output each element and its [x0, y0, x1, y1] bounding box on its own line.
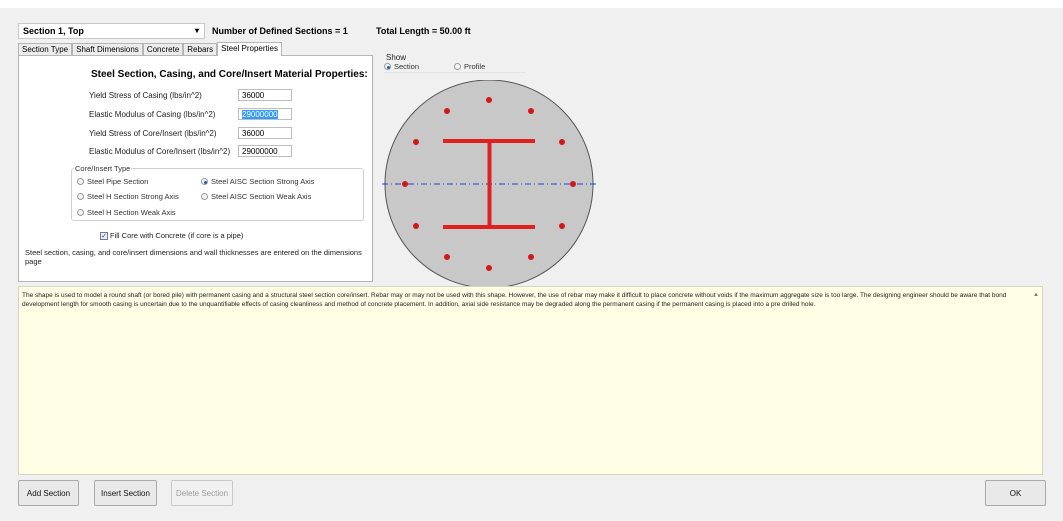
modulus-casing-input[interactable]: 29000000 — [238, 108, 292, 120]
title-strip — [0, 0, 1063, 8]
radio-h-weak[interactable]: Steel H Section Weak Axis — [77, 208, 176, 217]
modulus-core-label: Elastic Modulus of Core/Insert (lbs/in^2… — [89, 147, 231, 156]
tab-section-type[interactable]: Section Type — [18, 43, 73, 55]
modulus-casing-value: 29000000 — [242, 110, 278, 119]
radio-show-section[interactable]: Section — [384, 62, 419, 71]
radio-show-profile[interactable]: Profile — [454, 62, 485, 71]
radio-dot — [384, 63, 391, 70]
ok-button[interactable]: OK — [985, 480, 1046, 506]
show-label: Show — [386, 53, 407, 62]
rebar-dot — [402, 181, 408, 187]
radio-label: Steel Pipe Section — [87, 177, 149, 186]
fill-core-checkbox[interactable]: ✓ Fill Core with Concrete (if core is a p… — [100, 231, 243, 240]
tab-shaft-dimensions[interactable]: Shaft Dimensions — [72, 43, 143, 55]
description-box[interactable]: The shape is used to model a round shaft… — [18, 286, 1043, 475]
tab-bar: Section Type Shaft Dimensions Concrete R… — [18, 42, 282, 56]
modulus-core-value: 29000000 — [242, 147, 278, 156]
yield-core-label: Yield Stress of Core/Insert (lbs/in^2) — [89, 129, 217, 138]
description-text: The shape is used to model a round shaft… — [22, 292, 1007, 308]
tab-rebars[interactable]: Rebars — [183, 43, 218, 55]
dimensions-note: Steel section, casing, and core/insert d… — [25, 248, 362, 266]
steel-properties-panel: Steel Section, Casing, and Core/Insert M… — [18, 55, 373, 282]
radio-steel-pipe[interactable]: Steel Pipe Section — [77, 177, 148, 186]
web — [487, 142, 492, 226]
rebar-dot — [528, 108, 534, 114]
radio-label: Steel H Section Strong Axis — [87, 192, 179, 201]
fill-core-label: Fill Core with Concrete (if core is a pi… — [110, 231, 244, 240]
yield-casing-input[interactable]: 36000 — [238, 89, 292, 101]
rebar-dot — [444, 254, 450, 260]
radio-h-strong[interactable]: Steel H Section Strong Axis — [77, 192, 179, 201]
section-editor-window: Section 1, Top ▾ Number of Defined Secti… — [0, 0, 1063, 521]
radio-label: Steel AISC Section Weak Axis — [211, 192, 312, 201]
tab-concrete[interactable]: Concrete — [142, 43, 184, 55]
check-icon: ✓ — [100, 231, 108, 240]
radio-aisc-weak[interactable]: Steel AISC Section Weak Axis — [201, 192, 311, 201]
rebar-dot — [528, 254, 534, 260]
add-section-button[interactable]: Add Section — [18, 480, 79, 506]
section-dropdown-value: Section 1, Top — [23, 26, 84, 36]
total-length-text: Total Length = 50.00 ft — [376, 26, 471, 36]
show-options: Section Profile — [384, 62, 526, 73]
tab-steel-properties[interactable]: Steel Properties — [217, 42, 282, 56]
delete-section-button[interactable]: Delete Section — [171, 480, 233, 506]
rebar-dot — [559, 223, 565, 229]
rebar-dot — [486, 265, 492, 271]
insert-section-button[interactable]: Insert Section — [94, 480, 157, 506]
radio-label: Section — [394, 62, 420, 71]
section-dropdown[interactable]: Section 1, Top ▾ — [18, 23, 205, 39]
radio-dot — [201, 178, 208, 185]
panel-title: Steel Section, Casing, and Core/Insert M… — [91, 69, 368, 80]
radio-aisc-strong[interactable]: Steel AISC Section Strong Axis — [201, 177, 314, 186]
rebar-dot — [413, 139, 419, 145]
rebar-dot — [570, 181, 576, 187]
radio-dot — [454, 63, 461, 70]
scroll-up-icon[interactable]: ▲ — [1033, 291, 1039, 300]
modulus-core-input[interactable]: 29000000 — [238, 145, 292, 157]
radio-dot — [77, 178, 84, 185]
rebar-dot — [413, 223, 419, 229]
rebar-dot — [559, 139, 565, 145]
radio-label: Steel AISC Section Strong Axis — [211, 177, 315, 186]
radio-dot — [201, 193, 208, 200]
radio-dot — [77, 193, 84, 200]
yield-core-value: 36000 — [242, 129, 265, 138]
yield-casing-label: Yield Stress of Casing (lbs/in^2) — [89, 91, 202, 100]
radio-dot — [77, 209, 84, 216]
radio-label: Profile — [464, 62, 486, 71]
num-sections-text: Number of Defined Sections = 1 — [212, 26, 348, 36]
rebar-dot — [444, 108, 450, 114]
rebar-dot — [486, 97, 492, 103]
yield-casing-value: 36000 — [242, 91, 265, 100]
bottom-flange — [443, 225, 535, 229]
core-type-legend: Core/Insert Type — [74, 164, 132, 173]
radio-label: Steel H Section Weak Axis — [87, 208, 176, 217]
chevron-down-icon: ▾ — [194, 26, 199, 35]
yield-core-input[interactable]: 36000 — [238, 127, 292, 139]
shaft-section-diagram — [382, 80, 596, 289]
modulus-casing-label: Elastic Modulus of Casing (lbs/in^2) — [89, 110, 216, 119]
